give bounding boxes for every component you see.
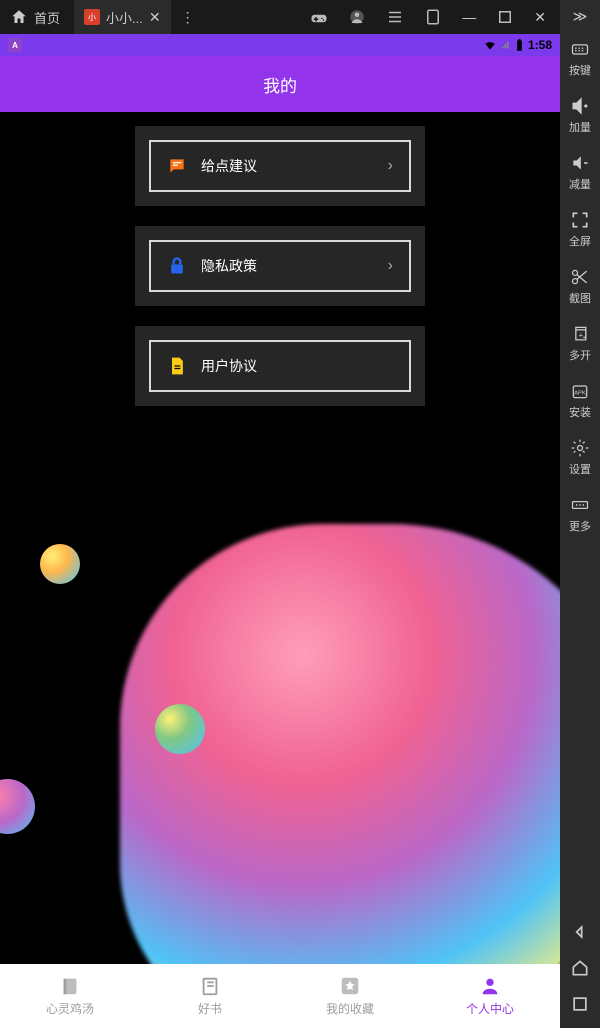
app-header: 我的 <box>0 56 560 112</box>
app-window: 首页 小 小小... ✕ ⋮ — ✕ A 1:58 我的 <box>0 0 560 1028</box>
nav-item-soup[interactable]: 心灵鸡汤 <box>0 964 140 1028</box>
bottom-nav: 心灵鸡汤 好书 我的收藏 个人中心 <box>0 964 560 1028</box>
wifi-icon <box>483 38 497 52</box>
sidebar-item-more[interactable]: 更多 <box>569 495 591 534</box>
recent-icon[interactable] <box>570 994 590 1014</box>
sidebar-item-settings[interactable]: 设置 <box>569 438 591 477</box>
multi-icon: + <box>570 324 590 344</box>
page-title: 我的 <box>263 72 297 97</box>
back-icon[interactable] <box>570 922 590 942</box>
scissors-icon <box>570 267 590 287</box>
nav-item-favorites[interactable]: 我的收藏 <box>280 964 420 1028</box>
sidebar-item-install[interactable]: APK 安装 <box>569 381 591 420</box>
fullscreen-icon <box>570 210 590 230</box>
app-tab-icon: 小 <box>84 9 100 25</box>
menu-item-privacy[interactable]: 隐私政策 › <box>135 226 425 306</box>
content-area: 给点建议 › 隐私政策 › 用户协议 <box>0 112 560 964</box>
nav-item-label: 好书 <box>198 1000 222 1017</box>
sidebar-label: 设置 <box>569 461 591 477</box>
nav-item-profile[interactable]: 个人中心 <box>420 964 560 1028</box>
emulator-sidebar: ≫ 按键 加量 减量 全屏 截图 + 多开 APK 安装 设置 更多 <box>560 0 600 1028</box>
sidebar-label: 按键 <box>569 62 591 78</box>
user-icon <box>479 975 501 997</box>
sidebar-label: 减量 <box>569 176 591 192</box>
menu-item-label: 用户协议 <box>201 356 257 376</box>
book-icon <box>59 975 81 997</box>
star-icon <box>339 975 361 997</box>
sidebar-item-fullscreen[interactable]: 全屏 <box>569 210 591 249</box>
android-home-icon[interactable] <box>570 958 590 978</box>
chevron-right-icon: › <box>388 157 393 175</box>
doc-icon <box>167 356 187 376</box>
nav-item-label: 个人中心 <box>466 1000 514 1017</box>
minimize-icon[interactable]: — <box>462 9 476 25</box>
user-icon[interactable] <box>348 8 366 26</box>
menu-item-feedback[interactable]: 给点建议 › <box>135 126 425 206</box>
book-icon <box>199 975 221 997</box>
battery-icon <box>515 38 524 52</box>
close-icon[interactable]: ✕ <box>534 9 546 26</box>
gamepad-icon[interactable] <box>310 8 328 26</box>
maximize-icon[interactable] <box>496 8 514 26</box>
emulator-titlebar: 首页 小 小小... ✕ ⋮ — ✕ <box>0 0 560 34</box>
sidebar-item-volume-up[interactable]: 加量 <box>569 96 591 135</box>
svg-text:+: + <box>579 330 584 339</box>
hamburger-icon[interactable] <box>386 8 404 26</box>
close-tab-icon[interactable]: ✕ <box>149 9 161 26</box>
menu-item-label: 隐私政策 <box>201 256 257 276</box>
nav-item-label: 我的收藏 <box>326 1000 374 1017</box>
menu-item-label: 给点建议 <box>201 156 257 176</box>
sidebar-item-multi[interactable]: + 多开 <box>569 324 591 363</box>
tab-home-label: 首页 <box>34 8 60 27</box>
blob-deco-small <box>0 779 35 834</box>
sidebar-label: 全屏 <box>569 233 591 249</box>
home-icon <box>10 8 28 26</box>
sidebar-label: 加量 <box>569 119 591 135</box>
signal-icon <box>501 38 511 52</box>
blob-deco-small <box>155 704 205 754</box>
android-status-bar: A 1:58 <box>0 34 560 56</box>
nav-item-label: 心灵鸡汤 <box>46 1000 94 1017</box>
svg-text:APK: APK <box>574 390 586 396</box>
more-icon <box>570 495 590 515</box>
apk-icon: APK <box>570 381 590 401</box>
device-icon[interactable] <box>424 8 442 26</box>
status-app-icon: A <box>8 38 22 52</box>
keyboard-icon <box>570 39 590 59</box>
lock-icon <box>167 256 187 276</box>
tab-home[interactable]: 首页 <box>0 0 74 34</box>
sidebar-label: 安装 <box>569 404 591 420</box>
collapse-icon[interactable]: ≫ <box>573 8 588 25</box>
nav-item-books[interactable]: 好书 <box>140 964 280 1028</box>
sidebar-item-screenshot[interactable]: 截图 <box>569 267 591 306</box>
blob-deco-small <box>40 544 80 584</box>
menu-item-agreement[interactable]: 用户协议 <box>135 326 425 406</box>
tab-app[interactable]: 小 小小... ✕ <box>74 0 171 34</box>
sidebar-label: 更多 <box>569 518 591 534</box>
sidebar-item-keyboard[interactable]: 按键 <box>569 39 591 78</box>
gear-icon <box>570 438 590 458</box>
tab-app-label: 小小... <box>106 8 143 27</box>
kebab-icon[interactable]: ⋮ <box>181 9 195 26</box>
volume-down-icon <box>570 153 590 173</box>
chat-icon <box>167 156 187 176</box>
chevron-right-icon: › <box>388 257 393 275</box>
sidebar-label: 截图 <box>569 290 591 306</box>
window-controls: — ✕ <box>296 8 560 26</box>
volume-up-icon <box>570 96 590 116</box>
sidebar-item-volume-down[interactable]: 减量 <box>569 153 591 192</box>
sidebar-label: 多开 <box>569 347 591 363</box>
status-time: 1:58 <box>528 38 552 52</box>
